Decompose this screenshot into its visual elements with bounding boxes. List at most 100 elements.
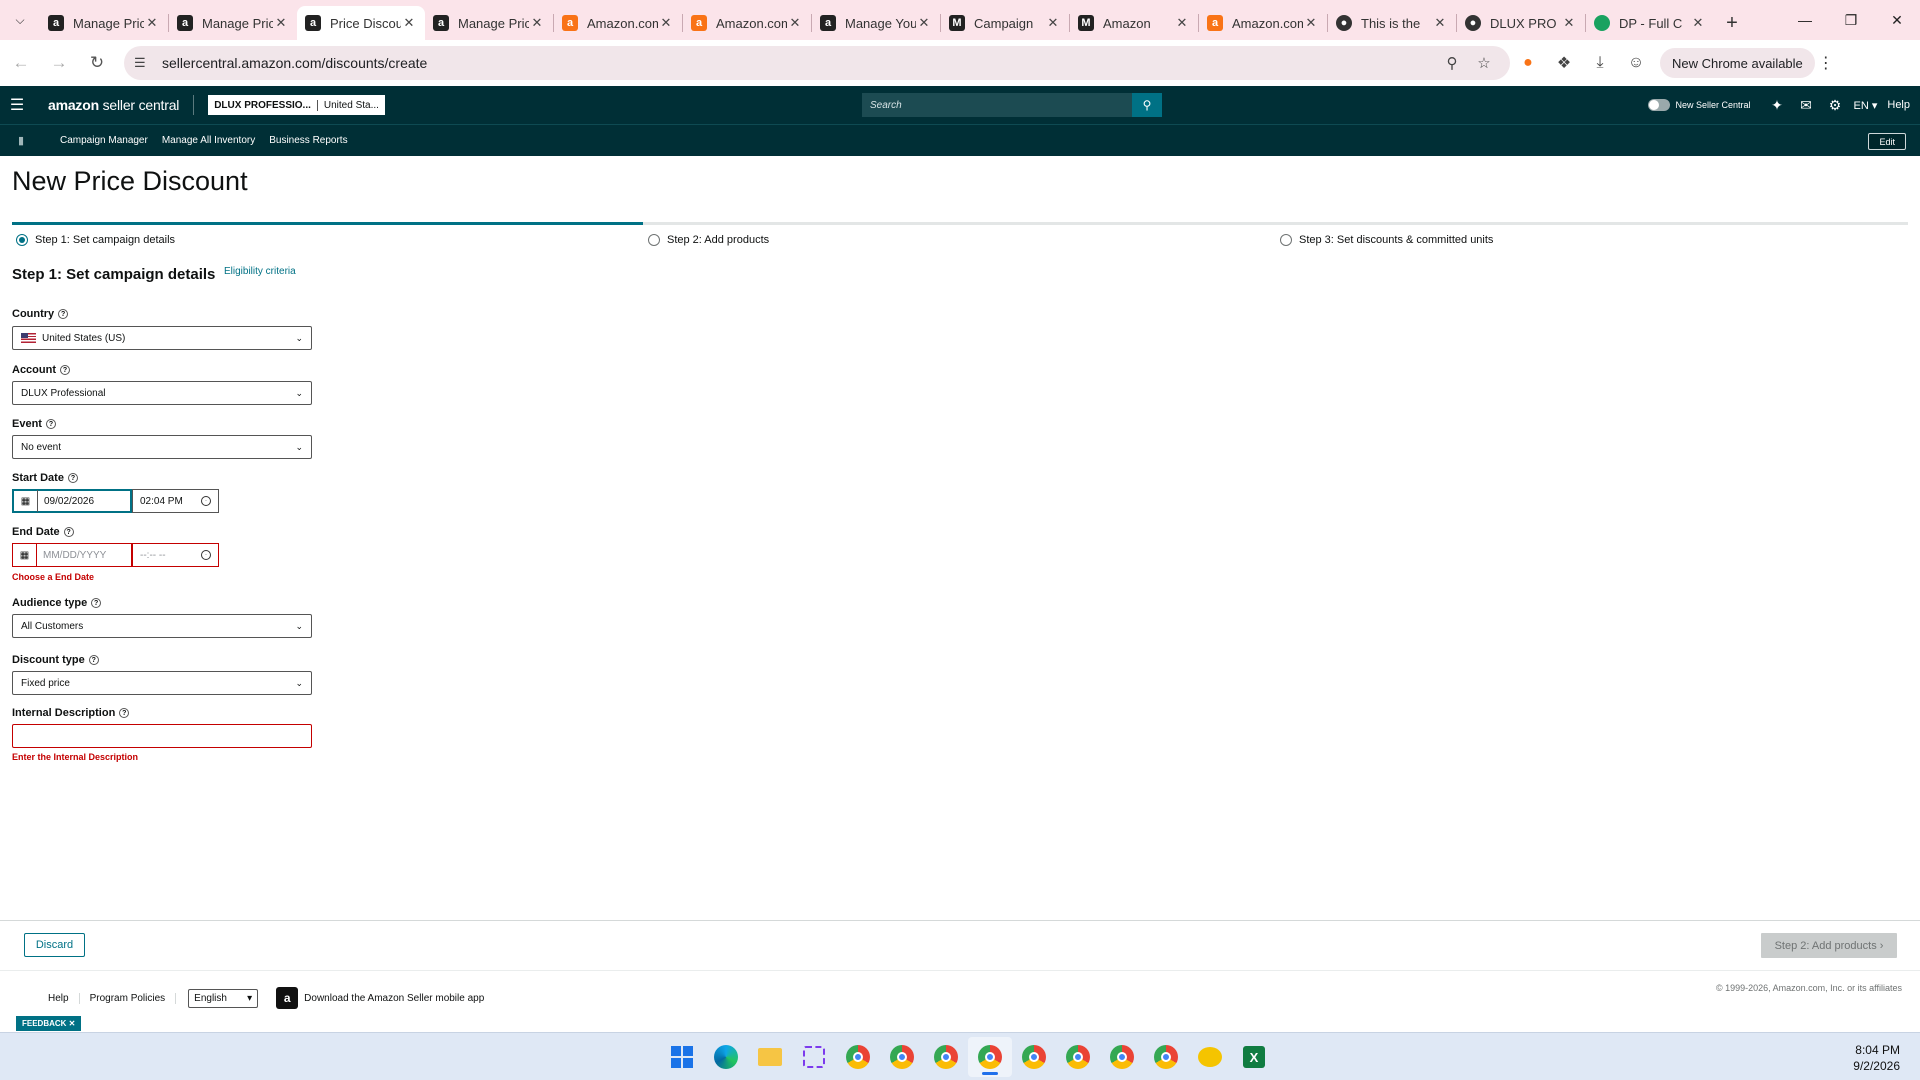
taskbar-chrome-profile[interactable] xyxy=(1012,1037,1056,1077)
close-icon[interactable]: ✕ xyxy=(1432,15,1448,31)
help-link[interactable]: Help xyxy=(1887,99,1910,111)
reload-icon[interactable]: ↻ xyxy=(80,46,114,80)
taskbar-excel[interactable]: X xyxy=(1232,1037,1276,1077)
browser-tab[interactable]: a Amazon.com ✕ xyxy=(554,6,682,40)
calendar-icon[interactable]: ▦ xyxy=(13,544,37,566)
taskbar-chrome-profile-active[interactable] xyxy=(968,1037,1012,1077)
feedback-tab[interactable]: FEEDBACK ✕ xyxy=(16,1016,82,1031)
browser-tab[interactable]: M Amazon ✕ xyxy=(1070,6,1198,40)
new-chrome-available-button[interactable]: New Chrome available xyxy=(1660,48,1815,78)
browser-tab[interactable]: DP - Full C ✕ xyxy=(1586,6,1714,40)
close-icon[interactable]: ✕ xyxy=(1303,15,1319,31)
new-tab-button[interactable]: + xyxy=(1714,6,1750,40)
url-text[interactable]: sellercentral.amazon.com/discounts/creat… xyxy=(162,55,1436,71)
start-time-input[interactable]: 02:04 PM · xyxy=(132,489,219,513)
nav-manage-all-inventory[interactable]: Manage All Inventory xyxy=(162,135,255,146)
step-1[interactable]: Step 1: Set campaign details xyxy=(16,234,175,246)
forward-arrow-icon[interactable]: → xyxy=(42,46,76,80)
restore-icon[interactable]: ❐ xyxy=(1828,0,1874,40)
taskbar-chrome-profile[interactable] xyxy=(1056,1037,1100,1077)
browser-tab[interactable]: ● This is the ✕ xyxy=(1328,6,1456,40)
step-2[interactable]: Step 2: Add products xyxy=(648,234,769,246)
step-radio[interactable] xyxy=(1280,234,1292,246)
end-date-input[interactable]: ▦ MM/DD/YYYY xyxy=(12,543,132,567)
help-question-icon[interactable]: ? xyxy=(88,655,99,665)
calendar-icon[interactable]: ▦ xyxy=(14,490,38,512)
close-icon[interactable]: ✕ xyxy=(529,15,545,31)
browser-tab[interactable]: ● DLUX PRO ✕ xyxy=(1457,6,1585,40)
taskbar-chrome-profile[interactable] xyxy=(836,1037,880,1077)
help-question-icon[interactable]: ? xyxy=(58,309,69,319)
start-date-input[interactable]: ▦ 09/02/2026 xyxy=(12,489,132,513)
browser-tab-active[interactable]: a Price Discounts✕ xyxy=(297,6,425,40)
event-select[interactable]: No event ⌄ xyxy=(12,435,312,459)
clock-icon[interactable]: · xyxy=(201,496,211,506)
browser-tab[interactable]: M Campaign ✕ xyxy=(941,6,1069,40)
browser-tab[interactable]: a Manage Pricing✕ xyxy=(425,6,553,40)
help-question-icon[interactable]: ? xyxy=(119,708,130,718)
edit-nav-button[interactable]: Edit xyxy=(1868,133,1906,150)
extension-orange-icon[interactable]: ● xyxy=(1510,46,1546,80)
close-icon[interactable]: ✕ xyxy=(273,15,289,31)
taskbar-chat-app[interactable] xyxy=(1188,1037,1232,1077)
help-question-icon[interactable]: ? xyxy=(45,419,56,429)
download-icon[interactable]: ⤓ xyxy=(1582,46,1618,80)
zoom-icon[interactable]: ⚲ xyxy=(1436,54,1468,72)
close-icon[interactable]: ✕ xyxy=(916,15,932,31)
browser-tab[interactable]: a Manage Pricing✕ xyxy=(40,6,168,40)
help-question-icon[interactable]: ? xyxy=(63,527,74,537)
footer-program-policies-link[interactable]: Program Policies xyxy=(80,992,177,1004)
close-window-icon[interactable]: ✕ xyxy=(1874,0,1920,40)
bookmark-star-icon[interactable]: ☆ xyxy=(1468,54,1500,72)
taskbar-edge[interactable] xyxy=(704,1037,748,1077)
step-radio[interactable] xyxy=(648,234,660,246)
close-icon[interactable]: ✕ xyxy=(401,15,417,31)
discount-type-select[interactable]: Fixed price ⌄ xyxy=(12,671,312,695)
taskbar-file-explorer[interactable] xyxy=(748,1037,792,1077)
country-select[interactable]: United States (US) ⌄ xyxy=(12,326,312,350)
browser-tab[interactable]: a Manage Your ✕ xyxy=(812,6,940,40)
taskbar-chrome-profile[interactable] xyxy=(1100,1037,1144,1077)
account-select[interactable]: DLUX Professional ⌄ xyxy=(12,381,312,405)
clock-icon[interactable]: · xyxy=(201,550,211,560)
close-icon[interactable]: ✕ xyxy=(1690,15,1706,31)
system-clock[interactable]: 8:04 PM 9/2/2026 xyxy=(1853,1042,1900,1074)
internal-description-input[interactable] xyxy=(12,724,312,748)
discard-button[interactable]: Discard xyxy=(24,933,85,957)
footer-help-link[interactable]: Help xyxy=(48,992,80,1004)
site-settings-icon[interactable]: ☰ xyxy=(134,55,156,71)
close-icon[interactable]: ✕ xyxy=(1561,15,1577,31)
close-icon[interactable]: ✕ xyxy=(787,15,803,31)
taskbar-snipping-tool[interactable] xyxy=(792,1037,836,1077)
end-time-input[interactable]: --:-- -- · xyxy=(132,543,219,567)
search-icon[interactable]: ⚲ xyxy=(1132,93,1162,117)
hamburger-menu-icon[interactable]: ☰ xyxy=(0,95,34,115)
back-arrow-icon[interactable]: ← xyxy=(4,46,38,80)
step-3[interactable]: Step 3: Set discounts & committed units xyxy=(1280,234,1493,246)
next-step-button[interactable]: Step 2: Add products › xyxy=(1761,933,1897,958)
extensions-puzzle-icon[interactable]: ❖ xyxy=(1546,46,1582,80)
close-icon[interactable]: ✕ xyxy=(144,15,160,31)
minimize-icon[interactable]: — xyxy=(1782,0,1828,40)
taskbar-chrome-profile[interactable] xyxy=(1144,1037,1188,1077)
gear-icon[interactable]: ⚙ xyxy=(1821,97,1850,114)
footer-language-select[interactable]: English ▾ xyxy=(188,988,259,1008)
close-icon[interactable]: ✕ xyxy=(658,15,674,31)
chrome-menu-icon[interactable]: ⋮ xyxy=(1815,53,1837,73)
nav-business-reports[interactable]: Business Reports xyxy=(269,135,347,146)
close-icon[interactable]: ✕ xyxy=(1045,15,1061,31)
start-button[interactable] xyxy=(660,1037,704,1077)
mobile-app-download[interactable]: a Download the Amazon Seller mobile app xyxy=(276,987,484,1009)
address-bar[interactable]: ☰ sellercentral.amazon.com/discounts/cre… xyxy=(124,46,1510,80)
help-question-icon[interactable]: ? xyxy=(91,598,102,608)
search-input[interactable]: Search xyxy=(862,93,1132,117)
nav-campaign-manager[interactable]: Campaign Manager xyxy=(60,135,148,146)
browser-tab[interactable]: a Manage Pricing✕ xyxy=(169,6,297,40)
language-selector[interactable]: EN ▾ xyxy=(1854,99,1878,112)
tab-search-icon[interactable]: ⌵ xyxy=(0,0,40,40)
taskbar-chrome-profile[interactable] xyxy=(880,1037,924,1077)
seller-central-logo[interactable]: amazon seller central xyxy=(48,97,179,113)
help-question-icon[interactable]: ? xyxy=(60,365,70,375)
audience-type-select[interactable]: All Customers ⌄ xyxy=(12,614,312,638)
taskbar-chrome-profile[interactable] xyxy=(924,1037,968,1077)
